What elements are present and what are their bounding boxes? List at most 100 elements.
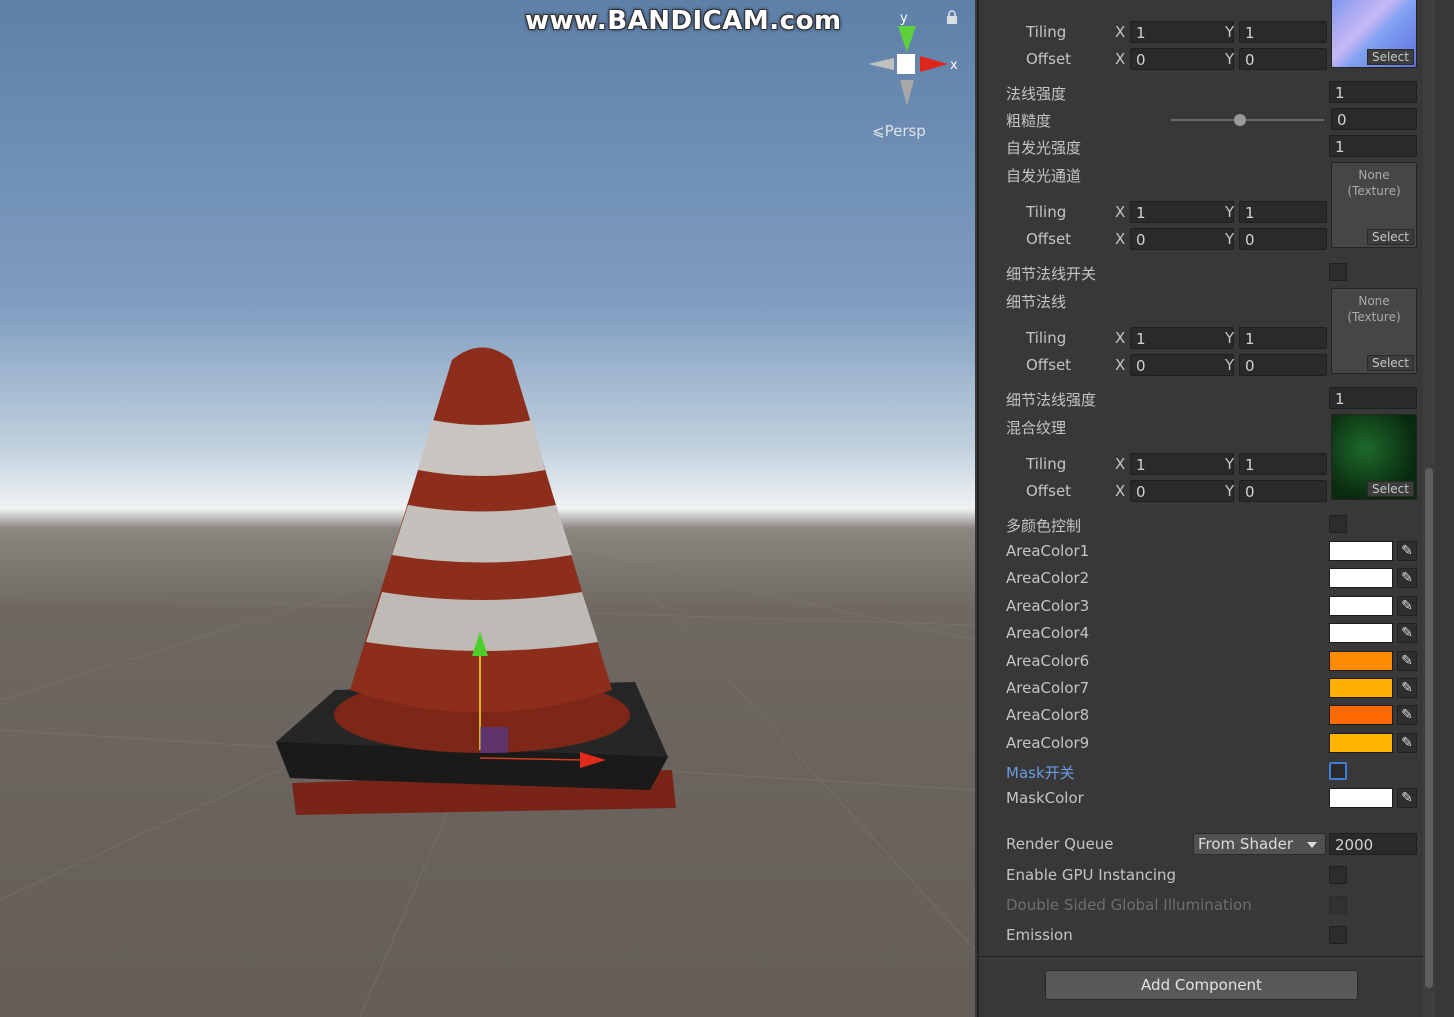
offset-y-field[interactable]: 0 <box>1239 228 1327 250</box>
tiling-label: Tiling <box>1026 23 1067 41</box>
render-queue-mode: From Shader <box>1198 835 1294 853</box>
render-queue-label: Render Queue <box>1006 835 1114 853</box>
area-color-label: AreaColor3 <box>1006 597 1090 615</box>
tiling-y-field[interactable]: 1 <box>1239 201 1327 223</box>
detail-normal-tiling-row: Tiling X 1 Y 1 <box>979 326 1439 352</box>
scrollbar-thumb[interactable] <box>1425 468 1433 988</box>
texture-type-label: (Texture) <box>1347 310 1401 324</box>
mask-toggle-label: Mask开关 <box>1006 764 1075 782</box>
multi-color-row: 多颜色控制 <box>979 512 1439 538</box>
scene-view[interactable]: www.BANDICAM.com y x ⩽Persp <box>0 0 975 1017</box>
inspector-scrollbar[interactable] <box>1423 0 1435 1017</box>
mask-checkbox[interactable] <box>1329 762 1347 780</box>
offset-x-field[interactable]: 0 <box>1130 354 1234 376</box>
area-color-swatch[interactable] <box>1329 541 1393 561</box>
emission-checkbox[interactable] <box>1329 926 1347 944</box>
top-texture-slot[interactable]: Select <box>1331 0 1417 68</box>
area-color-label: AreaColor8 <box>1006 706 1090 724</box>
eyedropper-icon[interactable]: ✎ <box>1397 788 1417 808</box>
eyedropper-icon[interactable]: ✎ <box>1397 623 1417 643</box>
inspector-panel: Tiling X 1 Y 1 Offset X 0 Y 0 Select 法线强… <box>977 0 1454 1017</box>
gpu-instancing-row: Enable GPU Instancing <box>979 863 1439 889</box>
area-color-row: AreaColor7 ✎ <box>979 676 1439 702</box>
area-color-swatch[interactable] <box>1329 568 1393 588</box>
area-color-swatch[interactable] <box>1329 733 1393 753</box>
eyedropper-icon[interactable]: ✎ <box>1397 678 1417 698</box>
offset-y-field[interactable]: 0 <box>1239 480 1327 502</box>
area-color-swatch[interactable] <box>1329 623 1393 643</box>
tiling-y-field[interactable]: 1 <box>1239 453 1327 475</box>
area-color-swatch[interactable] <box>1329 596 1393 616</box>
roughness-slider-thumb[interactable] <box>1233 114 1246 126</box>
area-color-swatch[interactable] <box>1329 705 1393 725</box>
x-label: X <box>1115 482 1126 500</box>
offset-y-field[interactable]: 0 <box>1239 48 1327 70</box>
roughness-slider[interactable] <box>1171 119 1324 121</box>
x-axis-cone-icon <box>920 56 948 72</box>
emission-strength-field[interactable]: 1 <box>1329 135 1417 157</box>
area-color-row: AreaColor9 ✎ <box>979 731 1439 757</box>
tiling-x-field[interactable]: 1 <box>1130 201 1234 223</box>
y-label: Y <box>1225 50 1235 68</box>
offset-y-field[interactable]: 0 <box>1239 354 1327 376</box>
y-label: Y <box>1225 482 1235 500</box>
eyedropper-icon[interactable]: ✎ <box>1397 568 1417 588</box>
area-color-label: AreaColor9 <box>1006 734 1090 752</box>
area-color-swatch[interactable] <box>1329 678 1393 698</box>
multi-color-label: 多颜色控制 <box>1006 517 1082 535</box>
render-queue-dropdown[interactable]: From Shader <box>1193 833 1326 855</box>
y-label: Y <box>1225 23 1235 41</box>
tiling-y-field[interactable]: 1 <box>1239 327 1327 349</box>
detail-normal-checkbox[interactable] <box>1329 263 1347 281</box>
x-label: X <box>1115 50 1126 68</box>
normal-strength-field[interactable]: 1 <box>1329 81 1417 103</box>
neg-x-axis-cone-icon <box>868 58 894 70</box>
offset-x-field[interactable]: 0 <box>1130 228 1234 250</box>
orientation-gizmo[interactable]: y x <box>860 8 970 118</box>
y-axis-cone-icon <box>898 26 916 52</box>
tiling-label: Tiling <box>1026 329 1067 347</box>
add-component-button[interactable]: Add Component <box>1045 970 1358 1000</box>
y-label: Y <box>1225 329 1235 347</box>
area-color-label: AreaColor2 <box>1006 569 1090 587</box>
area-color-swatch[interactable] <box>1329 651 1393 671</box>
multi-color-checkbox[interactable] <box>1329 515 1347 533</box>
area-color-row: AreaColor1 ✎ <box>979 539 1439 565</box>
emission-channel-offset-row: Offset X 0 Y 0 <box>979 227 1439 253</box>
render-queue-field[interactable]: 2000 <box>1329 833 1417 855</box>
eyedropper-icon[interactable]: ✎ <box>1397 733 1417 753</box>
offset-x-field[interactable]: 0 <box>1130 48 1234 70</box>
offset-x-field[interactable]: 0 <box>1130 480 1234 502</box>
tiling-label: Tiling <box>1026 203 1067 221</box>
emission-label: Emission <box>1006 926 1073 944</box>
projection-toggle[interactable]: ⩽Persp <box>872 122 926 140</box>
mask-toggle-row: Mask开关 <box>979 759 1439 785</box>
emission-row: Emission <box>979 923 1439 949</box>
mask-color-swatch[interactable] <box>1329 788 1393 808</box>
double-sided-gi-label: Double Sided Global Illumination <box>1006 896 1252 914</box>
eyedropper-icon[interactable]: ✎ <box>1397 651 1417 671</box>
x-label: X <box>1115 356 1126 374</box>
eyedropper-icon[interactable]: ✎ <box>1397 596 1417 616</box>
roughness-field[interactable]: 0 <box>1331 108 1417 130</box>
tiling-x-field[interactable]: 1 <box>1130 327 1234 349</box>
eyedropper-icon[interactable]: ✎ <box>1397 705 1417 725</box>
tiling-x-field[interactable]: 1 <box>1130 21 1234 43</box>
detail-normal-strength-field[interactable]: 1 <box>1329 387 1417 409</box>
gpu-instancing-checkbox[interactable] <box>1329 866 1347 884</box>
x-label: X <box>1115 230 1126 248</box>
tiling-y-field[interactable]: 1 <box>1239 21 1327 43</box>
select-button[interactable]: Select <box>1366 49 1414 65</box>
roughness-label: 粗糙度 <box>1006 112 1052 130</box>
tiling-x-field[interactable]: 1 <box>1130 453 1234 475</box>
emission-channel-label: 自发光通道 <box>1006 167 1082 185</box>
double-sided-gi-checkbox <box>1329 896 1347 914</box>
traffic-cone-model[interactable] <box>0 0 975 1017</box>
normal-strength-row: 法线强度 1 <box>979 80 1439 106</box>
area-color-label: AreaColor1 <box>1006 542 1090 560</box>
gizmo-x-label: x <box>950 58 958 73</box>
eyedropper-icon[interactable]: ✎ <box>1397 541 1417 561</box>
emission-strength-label: 自发光强度 <box>1006 139 1082 157</box>
detail-normal-offset-row: Offset X 0 Y 0 <box>979 353 1439 379</box>
offset-label: Offset <box>1026 482 1072 500</box>
